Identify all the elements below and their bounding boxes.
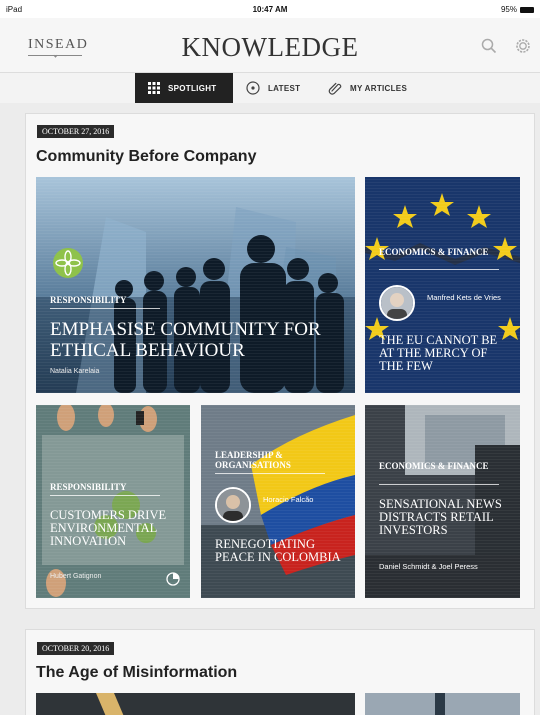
card-image-preview xyxy=(36,693,355,715)
article-card-community[interactable]: RESPONSIBILITY EMPHASISE COMMUNITY FOR E… xyxy=(36,177,355,393)
card-image-preview xyxy=(365,693,520,715)
card-headline: RENEGOTIATING PEACE IN COLOMBIA xyxy=(215,537,341,564)
author-avatar xyxy=(215,487,251,523)
category-divider xyxy=(50,308,160,309)
tab-my-articles-label: MY ARTICLES xyxy=(350,83,408,93)
article-card-colombia[interactable]: LEADERSHIP & ORGANISATIONS Horacio Falcã… xyxy=(201,405,355,598)
app-header: INSEAD KNOWLEDGE xyxy=(0,18,540,73)
gear-icon[interactable] xyxy=(514,37,532,55)
article-card-preview[interactable] xyxy=(36,693,355,715)
card-headline: THE EU CANNOT BE AT THE MERCY OF THE FEW xyxy=(379,333,498,373)
scanline-overlay xyxy=(36,405,190,598)
card-category: ECONOMICS & FINANCE xyxy=(379,461,489,471)
section-date: OCTOBER 20, 2016 xyxy=(37,642,115,655)
card-author: Hubert Gatignon xyxy=(50,573,102,580)
card-category: ECONOMICS & FINANCE xyxy=(379,247,489,257)
section-date: OCTOBER 27, 2016 xyxy=(37,125,115,138)
battery-indicator: 95% xyxy=(501,5,534,14)
leaf-icon xyxy=(53,248,83,278)
category-divider xyxy=(215,473,325,474)
article-card-customers[interactable]: RESPONSIBILITY CUSTOMERS DRIVE ENVIRONME… xyxy=(36,405,190,598)
app-title: KNOWLEDGE xyxy=(181,32,359,62)
category-divider xyxy=(50,495,160,496)
tab-latest[interactable]: LATEST xyxy=(246,73,300,103)
card-category: RESPONSIBILITY xyxy=(50,482,127,492)
card-author: Natalia Karelaia xyxy=(50,368,100,375)
category-divider xyxy=(379,484,499,485)
search-icon[interactable] xyxy=(480,37,498,55)
card-category: RESPONSIBILITY xyxy=(50,295,127,305)
author-avatar xyxy=(379,285,415,321)
article-card-eu[interactable]: ECONOMICS & FINANCE Manfred Kets de Vrie… xyxy=(365,177,520,393)
battery-icon xyxy=(520,6,534,13)
section-title: The Age of Misinformation xyxy=(36,664,238,681)
card-author: Horacio Falcão xyxy=(263,495,314,504)
status-time: 10:47 AM xyxy=(252,5,288,14)
article-card-preview-2[interactable] xyxy=(365,693,520,715)
tab-spotlight-label: SPOTLIGHT xyxy=(168,83,217,93)
tab-spotlight[interactable]: SPOTLIGHT xyxy=(135,73,233,103)
spotlight-section: OCTOBER 27, 2016 Community Before Compan… xyxy=(25,113,535,609)
tab-bar: SPOTLIGHT LATEST MY ARTICLES xyxy=(0,73,540,103)
card-category: LEADERSHIP & ORGANISATIONS xyxy=(215,450,291,470)
card-author: Manfred Kets de Vries xyxy=(427,293,501,302)
paperclip-icon xyxy=(328,82,342,95)
tab-my-articles[interactable]: MY ARTICLES xyxy=(328,73,407,103)
card-headline: CUSTOMERS DRIVE ENVIRONMENTAL INNOVATION xyxy=(50,508,167,548)
card-headline: EMPHASISE COMMUNITY FOR ETHICAL BEHAVIOU… xyxy=(50,319,321,361)
card-headline: SENSATIONAL NEWS DISTRACTS RETAIL INVEST… xyxy=(379,497,502,537)
misinformation-section: OCTOBER 20, 2016 The Age of Misinformati… xyxy=(25,629,535,715)
battery-percent: 95% xyxy=(500,5,517,14)
tab-latest-label: LATEST xyxy=(268,83,301,93)
card-author: Daniel Schmidt & Joel Peress xyxy=(379,562,478,571)
clock-icon xyxy=(246,81,260,95)
section-title: Community Before Company xyxy=(36,148,257,165)
category-divider xyxy=(379,269,499,270)
bookmark-icon[interactable] xyxy=(166,572,180,586)
article-card-sensational-news[interactable]: ECONOMICS & FINANCE SENSATIONAL NEWS DIS… xyxy=(365,405,520,598)
grid-icon xyxy=(148,82,160,94)
status-bar: iPad 10:47 AM 95% xyxy=(0,0,540,18)
